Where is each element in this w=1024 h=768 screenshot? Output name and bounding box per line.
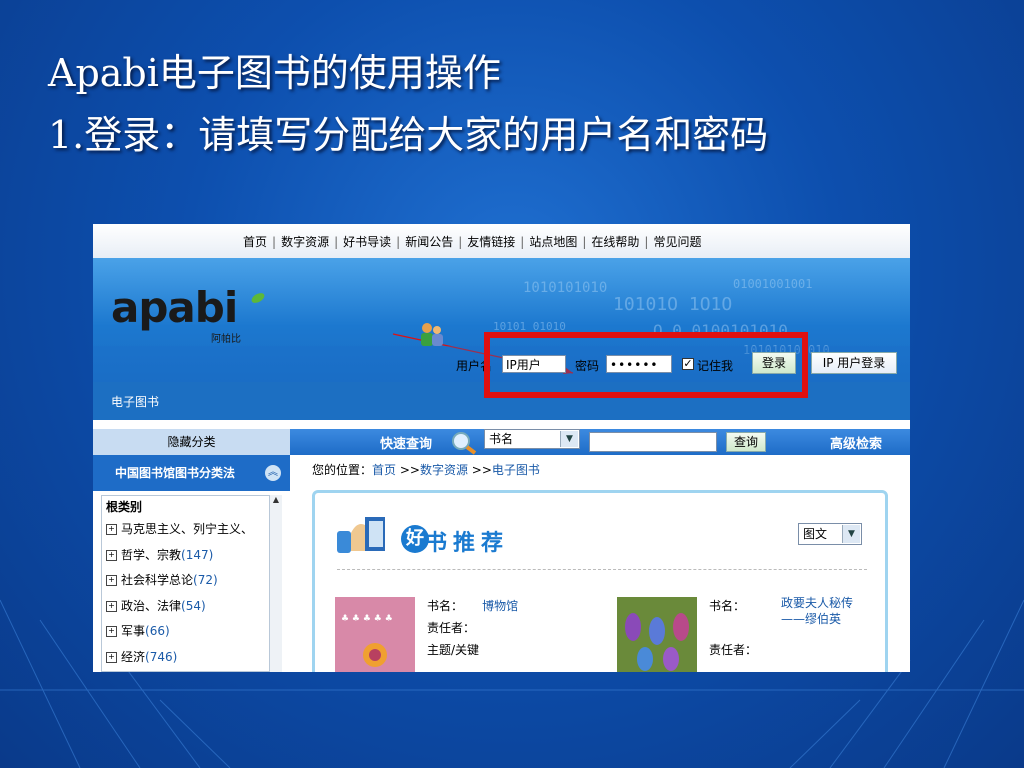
category-item[interactable]: + 政治、法律(54) [102,594,280,620]
category-scrollbar[interactable]: ▲ [269,495,282,672]
nav-sitemap[interactable]: 站点地图 [529,235,577,249]
chevron-down-icon: ▼ [842,525,860,543]
leaf-icon [251,293,265,303]
advanced-search-link[interactable]: 高级检索 [830,433,882,452]
search-icon[interactable] [448,429,478,455]
slide-subtitle: 1.登录：请填写分配给大家的用户名和密码 [48,113,769,157]
svg-text:♣ ♣ ♣ ♣ ♣: ♣ ♣ ♣ ♣ ♣ [341,614,393,624]
top-nav: 首页 | 数字资源 | 好书导读 | 新闻公告 | 友情链接 | 站点地图 | 在线帮助 | 常见问题 [243,235,702,249]
category-item[interactable]: + 军事(66) [102,619,280,645]
collapse-icon[interactable]: ︽ [265,465,281,481]
breadcrumb-home[interactable]: 首页 [372,463,396,477]
divider [337,569,867,570]
recommend-card: 好 书推荐 图文 ▼ ♣ ♣ ♣ ♣ ♣ 书名： 博物馆 责任者： 主题/关键 [312,490,888,672]
thumbs-up-book-icon [337,517,385,553]
search-row: 隐藏分类 快速查询 书名 ▼ 查询 高级检索 [93,429,910,455]
svg-text:1010101010: 1010101010 [523,280,607,296]
svg-text:01001001001: 01001001001 [733,277,812,291]
expand-icon[interactable]: + [106,600,117,612]
breadcrumb-digital-resources[interactable]: 数字资源 [420,463,468,477]
book-2-info: 书名： 责任者： [709,599,758,657]
category-panel: 中国图书馆图书分类法 ︽ 根类别 + 马克思主义、列宁主义、 + 哲学、宗教(147… [93,455,290,672]
nav-digital-resources[interactable]: 数字资源 [281,235,329,249]
quick-search-bar: 快速查询 书名 ▼ 查询 高级检索 [290,429,910,455]
nav-book-guide[interactable]: 好书导读 [343,235,391,249]
quick-search-label: 快速查询 [380,437,433,452]
category-item[interactable]: + 社会科学总论(72) [102,568,280,594]
query-button[interactable]: 查询 [726,432,766,452]
expand-icon[interactable]: + [106,549,117,561]
expand-icon[interactable]: + [106,626,117,637]
book-2-title-link[interactable]: 政要夫人秘传——缪伯英 [781,595,861,627]
expand-icon[interactable]: + [106,524,117,535]
login-highlight-box [484,332,808,398]
category-panel-heading: 中国图书馆图书分类法 [93,455,290,491]
book-1-title-link[interactable]: 博物馆 [482,599,518,613]
svg-text:10101O 1O1O: 10101O 1O1O [613,294,732,315]
category-item[interactable]: + 经济(746) [102,645,280,671]
category-item[interactable]: + 哲学、宗教(147) [102,543,280,569]
section-ebooks-label[interactable]: 电子图书 [111,393,159,410]
nav-home[interactable]: 首页 [243,235,267,249]
apabi-logo[interactable]: apabi 阿帕比 [111,272,265,345]
category-item[interactable]: + 马克思主义、列宁主义、 [102,517,280,543]
book-cover-1[interactable]: ♣ ♣ ♣ ♣ ♣ [335,597,415,672]
category-root: 根类别 [106,500,143,514]
search-field-select[interactable]: 书名 ▼ [484,429,580,449]
nav-help[interactable]: 在线帮助 [591,235,639,249]
book-1-info: 书名： 博物馆 责任者： 主题/关键 [427,599,519,657]
recommend-title: 书推荐 [425,531,510,556]
nav-faq[interactable]: 常见问题 [653,235,701,249]
breadcrumb-ebooks[interactable]: 电子图书 [492,463,540,477]
ip-login-button[interactable]: IP 用户登录 [811,352,897,374]
top-navigation-bar: 首页 | 数字资源 | 好书导读 | 新闻公告 | 友情链接 | 站点地图 | 在线帮助 | 常见问题 [93,224,910,259]
nav-links[interactable]: 友情链接 [467,235,515,249]
expand-icon[interactable]: + [106,651,117,663]
breadcrumb: 您的位置：首页 >>数字资源 >>电子图书 [312,463,540,477]
view-mode-select[interactable]: 图文 ▼ [798,523,862,545]
category-tree: 根类别 + 马克思主义、列宁主义、 + 哲学、宗教(147) + 社会科学总论(72)… [101,495,281,672]
nav-news[interactable]: 新闻公告 [405,235,453,249]
main-content: 您的位置：首页 >>数字资源 >>电子图书 好 书推荐 图文 ▼ ♣ ♣ ♣ ♣… [290,455,910,672]
users-icon [421,323,443,346]
book-cover-2[interactable] [617,597,697,672]
apabi-screenshot: 首页 | 数字资源 | 好书导读 | 新闻公告 | 友情链接 | 站点地图 | 在线帮助 | 常见问题 10… [93,224,910,672]
hide-category-button[interactable]: 隐藏分类 [93,429,290,455]
chevron-down-icon: ▼ [560,431,578,447]
expand-icon[interactable]: + [106,575,117,586]
scroll-up-icon[interactable]: ▲ [270,495,282,504]
search-input[interactable] [589,432,717,452]
slide-title: Apabi电子图书的使用操作 [48,51,501,95]
